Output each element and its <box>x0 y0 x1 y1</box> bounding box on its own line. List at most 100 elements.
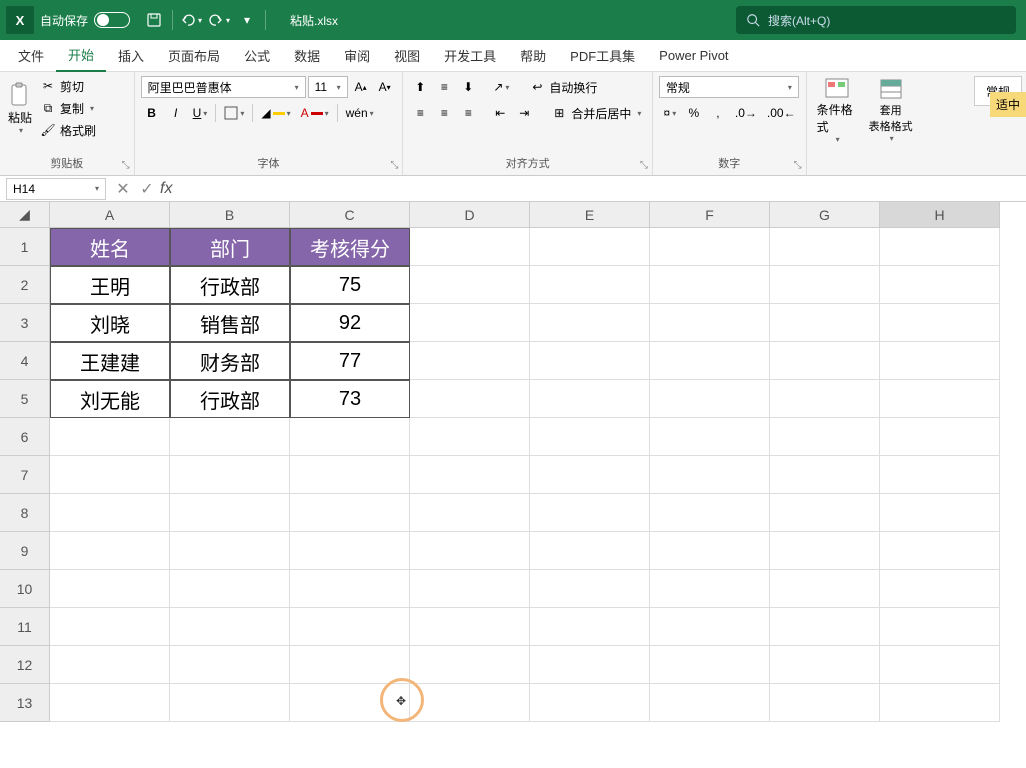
currency-button[interactable]: ¤▾ <box>659 102 681 124</box>
cell-C11[interactable] <box>290 608 410 646</box>
format-painter-button[interactable]: 🖌 格式刷 <box>36 120 100 140</box>
cell-style-moderate[interactable]: 适中 <box>990 92 1026 117</box>
cell-C6[interactable] <box>290 418 410 456</box>
cell-E11[interactable] <box>530 608 650 646</box>
col-header-F[interactable]: F <box>650 202 770 228</box>
tab-view[interactable]: 视图 <box>382 40 432 72</box>
cell-E4[interactable] <box>530 342 650 380</box>
cell-A2[interactable]: 王明 <box>50 266 170 304</box>
cell-E5[interactable] <box>530 380 650 418</box>
cell-A5[interactable]: 刘无能 <box>50 380 170 418</box>
chevron-down-icon[interactable]: ▾ <box>19 126 23 135</box>
merge-center-button[interactable]: ⊞ 合并后居中▾ <box>547 103 645 123</box>
cell-D4[interactable] <box>410 342 530 380</box>
increase-font-icon[interactable]: A▴ <box>350 76 372 98</box>
cell-C9[interactable] <box>290 532 410 570</box>
row-header-4[interactable]: 4 <box>0 342 50 380</box>
phonetic-button[interactable]: wén▾ <box>342 102 378 124</box>
tab-data[interactable]: 数据 <box>282 40 332 72</box>
row-header-7[interactable]: 7 <box>0 456 50 494</box>
cell-H2[interactable] <box>880 266 1000 304</box>
comma-button[interactable]: , <box>707 102 729 124</box>
orientation-button[interactable]: ↗▾ <box>489 76 513 98</box>
cell-B10[interactable] <box>170 570 290 608</box>
tab-insert[interactable]: 插入 <box>106 40 156 72</box>
row-header-10[interactable]: 10 <box>0 570 50 608</box>
dialog-launcher-icon[interactable]: ⤡ <box>794 160 802 171</box>
align-right-icon[interactable]: ≡ <box>457 102 479 124</box>
cell-A11[interactable] <box>50 608 170 646</box>
cell-B12[interactable] <box>170 646 290 684</box>
cell-H10[interactable] <box>880 570 1000 608</box>
cell-A1[interactable]: 姓名 <box>50 228 170 266</box>
cell-D1[interactable] <box>410 228 530 266</box>
bold-button[interactable]: B <box>141 102 163 124</box>
cell-C1[interactable]: 考核得分 <box>290 228 410 266</box>
tab-developer[interactable]: 开发工具 <box>432 40 508 72</box>
cell-F8[interactable] <box>650 494 770 532</box>
cell-C8[interactable] <box>290 494 410 532</box>
row-header-2[interactable]: 2 <box>0 266 50 304</box>
cell-A9[interactable] <box>50 532 170 570</box>
cell-D7[interactable] <box>410 456 530 494</box>
row-header-8[interactable]: 8 <box>0 494 50 532</box>
cell-D13[interactable] <box>410 684 530 722</box>
cell-G7[interactable] <box>770 456 880 494</box>
cell-H9[interactable] <box>880 532 1000 570</box>
cell-F4[interactable] <box>650 342 770 380</box>
cell-G5[interactable] <box>770 380 880 418</box>
cell-H3[interactable] <box>880 304 1000 342</box>
font-name-select[interactable]: 阿里巴巴普惠体▾ <box>141 76 306 98</box>
cell-B7[interactable] <box>170 456 290 494</box>
align-middle-icon[interactable]: ≡ <box>433 76 455 98</box>
row-header-5[interactable]: 5 <box>0 380 50 418</box>
cell-C4[interactable]: 77 <box>290 342 410 380</box>
cell-E12[interactable] <box>530 646 650 684</box>
col-header-A[interactable]: A <box>50 202 170 228</box>
fx-icon[interactable]: fx <box>160 180 172 198</box>
font-color-button[interactable]: A▾ <box>297 102 333 124</box>
wrap-text-button[interactable]: ↩ 自动换行 <box>525 77 601 97</box>
cell-E10[interactable] <box>530 570 650 608</box>
tab-pdf-tools[interactable]: PDF工具集 <box>558 40 647 72</box>
increase-indent-icon[interactable]: ⇥ <box>513 102 535 124</box>
cell-E2[interactable] <box>530 266 650 304</box>
cell-B11[interactable] <box>170 608 290 646</box>
cell-G13[interactable] <box>770 684 880 722</box>
increase-decimal-icon[interactable]: .0→ <box>731 102 761 124</box>
decrease-indent-icon[interactable]: ⇤ <box>489 102 511 124</box>
row-header-1[interactable]: 1 <box>0 228 50 266</box>
cell-E7[interactable] <box>530 456 650 494</box>
cell-H11[interactable] <box>880 608 1000 646</box>
cell-B6[interactable] <box>170 418 290 456</box>
cell-H12[interactable] <box>880 646 1000 684</box>
cell-A8[interactable] <box>50 494 170 532</box>
cell-B13[interactable] <box>170 684 290 722</box>
cell-C10[interactable] <box>290 570 410 608</box>
cell-E6[interactable] <box>530 418 650 456</box>
dialog-launcher-icon[interactable]: ⤡ <box>122 160 130 171</box>
select-all-corner[interactable]: ◢ <box>0 202 50 228</box>
cell-G11[interactable] <box>770 608 880 646</box>
underline-button[interactable]: U▾ <box>189 102 212 124</box>
cut-button[interactable]: ✂ 剪切 <box>36 76 100 96</box>
decrease-decimal-icon[interactable]: .00← <box>763 102 800 124</box>
cell-A7[interactable] <box>50 456 170 494</box>
cell-A12[interactable] <box>50 646 170 684</box>
cell-F6[interactable] <box>650 418 770 456</box>
decrease-font-icon[interactable]: A▾ <box>374 76 396 98</box>
cell-G8[interactable] <box>770 494 880 532</box>
cell-F7[interactable] <box>650 456 770 494</box>
cell-G6[interactable] <box>770 418 880 456</box>
cell-D2[interactable] <box>410 266 530 304</box>
row-header-6[interactable]: 6 <box>0 418 50 456</box>
name-box[interactable]: H14▾ <box>6 178 106 200</box>
cell-D3[interactable] <box>410 304 530 342</box>
row-header-3[interactable]: 3 <box>0 304 50 342</box>
cell-C12[interactable] <box>290 646 410 684</box>
col-header-D[interactable]: D <box>410 202 530 228</box>
cell-C2[interactable]: 75 <box>290 266 410 304</box>
percent-button[interactable]: % <box>683 102 705 124</box>
cell-F5[interactable] <box>650 380 770 418</box>
cell-D9[interactable] <box>410 532 530 570</box>
